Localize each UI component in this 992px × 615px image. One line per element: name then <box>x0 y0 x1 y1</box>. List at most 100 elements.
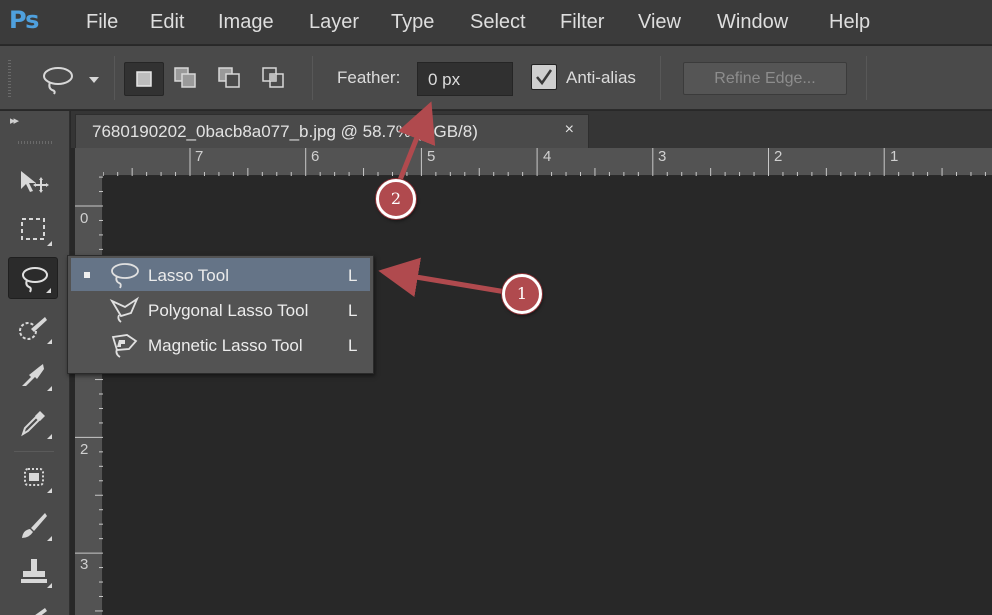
add-to-selection-button[interactable] <box>166 62 206 96</box>
magnetic-lasso-tool-icon <box>111 334 138 358</box>
menu-view[interactable]: View <box>638 11 681 34</box>
vertical-ruler[interactable]: 0 1 2 3 <box>75 176 103 615</box>
brush-tool[interactable] <box>8 504 58 546</box>
lasso-tool-icon <box>111 263 139 289</box>
options-separator <box>660 56 661 100</box>
flyout-item-shortcut: L <box>348 266 358 285</box>
ruler-tick-label: 5 <box>427 148 436 165</box>
options-separator <box>866 56 867 100</box>
clone-stamp-tool[interactable] <box>8 551 58 593</box>
tool-group-indicator <box>47 339 52 344</box>
ruler-tick-label: 3 <box>658 148 667 165</box>
menu-filter[interactable]: Filter <box>560 11 604 34</box>
document-tab[interactable]: 7680190202_0bacb8a077_b.jpg @ 58.7% (RGB… <box>75 114 589 148</box>
options-separator <box>312 56 313 100</box>
horizontal-ruler[interactable]: 7 6 5 4 3 2 1 <box>103 148 992 176</box>
marquee-tool[interactable] <box>8 209 58 251</box>
new-selection-icon <box>136 71 152 87</box>
quick-selection-tool-icon <box>19 317 47 340</box>
spot-healing-tool-icon <box>24 468 44 486</box>
menu-help[interactable]: Help <box>829 11 870 34</box>
history-brush-tool-icon <box>35 608 47 615</box>
menu-bar: Ps File Edit Image Layer Type Select Fil… <box>0 0 992 45</box>
tool-group-indicator <box>47 241 52 246</box>
polygonal-lasso-tool-icon <box>109 296 140 323</box>
crop-tool[interactable] <box>8 354 58 396</box>
subtract-from-selection-icon <box>218 67 240 88</box>
menu-file[interactable]: File <box>86 11 118 34</box>
flyout-item-lasso[interactable]: Lasso Tool L <box>71 258 370 291</box>
eyedropper-tool-icon <box>21 411 45 437</box>
flyout-item-label: Polygonal Lasso Tool <box>148 301 309 320</box>
tool-preset-picker[interactable] <box>36 62 102 96</box>
intersect-selection-button[interactable] <box>254 62 294 96</box>
flyout-item-shortcut: L <box>348 336 358 355</box>
menu-type[interactable]: Type <box>391 11 434 34</box>
brush-tool-icon <box>22 513 47 538</box>
flyout-item-polygonal-lasso[interactable]: Polygonal Lasso Tool L <box>71 293 370 326</box>
spot-healing-tool[interactable] <box>8 456 58 498</box>
checkmark-icon <box>536 69 553 86</box>
ruler-tick-label: 1 <box>890 148 899 165</box>
antialias-label: Anti-alias <box>566 68 636 87</box>
lasso-icon <box>43 67 73 95</box>
options-bar: Feather: 0 px Anti-alias Refine Edge... <box>0 46 992 110</box>
ruler-tick-label: 3 <box>80 556 89 573</box>
ruler-tick-label: 4 <box>543 148 552 165</box>
tool-group-indicator <box>46 288 51 293</box>
flyout-item-magnetic-lasso[interactable]: Magnetic Lasso Tool L <box>71 328 370 361</box>
ruler-tick-label: 2 <box>80 441 89 458</box>
tool-group-indicator <box>47 434 52 439</box>
quick-selection-tool[interactable] <box>8 307 58 349</box>
annotation-marker-1: 1 <box>502 274 542 314</box>
menu-window[interactable]: Window <box>717 11 788 34</box>
tool-group-indicator <box>47 488 52 493</box>
toolbox-separator <box>14 451 54 452</box>
new-selection-button[interactable] <box>124 62 164 96</box>
menu-layer[interactable]: Layer <box>309 11 359 34</box>
lasso-tool-flyout: Lasso Tool L Polygonal Lasso Tool L Magn… <box>67 255 374 374</box>
tool-group-indicator <box>47 536 52 541</box>
tool-group-indicator <box>47 583 52 588</box>
tool-group-indicator <box>47 386 52 391</box>
subtract-from-selection-button[interactable] <box>210 62 250 96</box>
menu-select[interactable]: Select <box>470 11 526 34</box>
collapse-panel-button[interactable]: ▸▸ <box>10 114 19 127</box>
crop-tool-icon <box>22 364 44 386</box>
toolbox-grip[interactable] <box>18 141 52 144</box>
options-separator <box>114 56 115 100</box>
chevron-down-icon <box>89 77 99 83</box>
history-brush-tool[interactable] <box>8 596 58 615</box>
close-icon[interactable]: × <box>565 121 574 139</box>
flyout-item-label: Magnetic Lasso Tool <box>148 336 303 355</box>
add-to-selection-icon <box>174 67 196 88</box>
ruler-tick-label: 7 <box>195 148 204 165</box>
selected-bullet <box>84 272 90 278</box>
flyout-item-label: Lasso Tool <box>148 266 229 285</box>
eyedropper-tool[interactable] <box>8 402 58 444</box>
document-tab-title: 7680190202_0bacb8a077_b.jpg @ 58.7% (RGB… <box>92 122 478 141</box>
document-tab-strip: 7680190202_0bacb8a077_b.jpg @ 58.7% (RGB… <box>71 111 992 148</box>
annotation-marker-2: 2 <box>376 179 416 219</box>
refine-edge-button[interactable]: Refine Edge... <box>683 62 847 95</box>
document-canvas[interactable] <box>104 177 992 615</box>
options-bar-grip[interactable] <box>8 60 11 98</box>
ruler-tick-label: 0 <box>80 210 89 227</box>
lasso-tool[interactable] <box>8 257 58 299</box>
move-tool-icon <box>21 171 49 193</box>
feather-input[interactable]: 0 px <box>417 62 513 96</box>
intersect-selection-icon <box>262 67 284 88</box>
move-tool[interactable] <box>8 161 58 203</box>
ruler-origin[interactable] <box>75 148 103 176</box>
flyout-item-shortcut: L <box>348 301 358 320</box>
ruler-tick-label: 2 <box>774 148 783 165</box>
antialias-checkbox[interactable] <box>531 64 557 90</box>
clone-stamp-tool-icon <box>21 559 47 583</box>
vertical-ruler-ticks <box>75 176 103 612</box>
menu-image[interactable]: Image <box>218 11 274 34</box>
ruler-tick-label: 6 <box>311 148 320 165</box>
toolbox: ▸▸ <box>0 111 70 615</box>
menu-edit[interactable]: Edit <box>150 11 184 34</box>
feather-label: Feather: <box>337 68 401 87</box>
marquee-tool-icon <box>21 218 45 240</box>
